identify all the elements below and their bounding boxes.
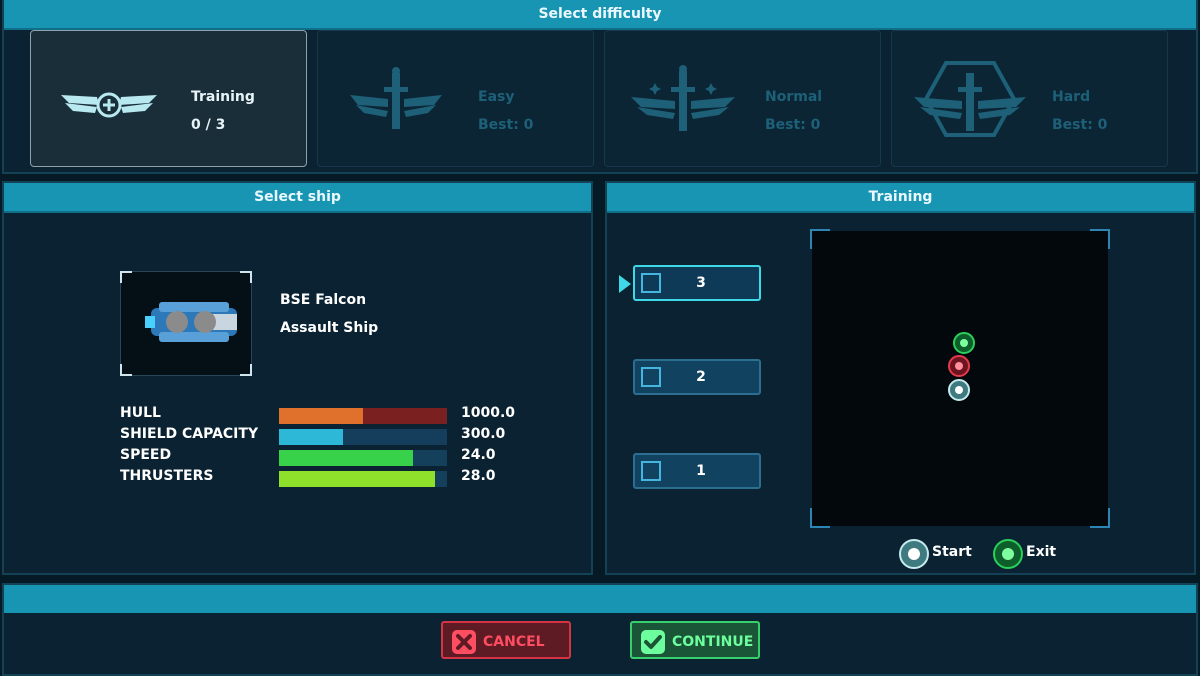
stat-bar-speed	[279, 450, 447, 466]
action-bar: CANCEL CONTINUE	[2, 583, 1198, 676]
difficulty-easy[interactable]: Easy Best: 0	[317, 30, 594, 167]
cancel-x-icon	[452, 630, 476, 654]
training-map[interactable]	[810, 229, 1110, 528]
ship-preview[interactable]	[120, 271, 252, 376]
stage-label: 3	[696, 275, 706, 291]
stat-value-hull: 1000.0	[461, 405, 516, 421]
exit-legend-icon	[993, 539, 1023, 569]
difficulty-panel: Select difficulty Training 0 / 3 Easy Be…	[2, 0, 1198, 174]
difficulty-best: Best: 0	[478, 117, 534, 133]
winged-badge-icon	[61, 92, 157, 118]
training-header: Training	[607, 183, 1194, 213]
stat-bar-hull	[279, 408, 447, 424]
stat-value-shield: 300.0	[461, 426, 506, 442]
difficulty-training[interactable]: Training 0 / 3	[30, 30, 307, 167]
legend-exit-label: Exit	[1026, 544, 1057, 560]
continue-label: CONTINUE	[672, 634, 754, 650]
ship-panel-title: Select ship	[254, 189, 341, 205]
ship-header: Select ship	[4, 183, 591, 213]
exit-marker-icon	[953, 332, 975, 354]
difficulty-name: Hard	[1052, 89, 1091, 105]
legend-start-label: Start	[932, 544, 972, 560]
ship-panel: Select ship BSE Falcon Assault Ship HULL…	[2, 181, 593, 575]
cancel-label: CANCEL	[483, 634, 545, 650]
stat-value-speed: 24.0	[461, 447, 496, 463]
training-panel: Training 3 2 1 Start Exit	[605, 181, 1196, 575]
hexagon-winged-sword-icon	[914, 61, 1026, 137]
difficulty-title: Select difficulty	[538, 6, 662, 22]
stat-bar-shield	[279, 429, 447, 445]
stat-label-speed: SPEED	[120, 447, 172, 463]
difficulty-hard[interactable]: Hard Best: 0	[891, 30, 1168, 167]
difficulty-header: Select difficulty	[4, 0, 1196, 30]
stat-fill-shield	[279, 429, 343, 445]
stat-fill-thrusters	[279, 471, 436, 487]
difficulty-name: Easy	[478, 89, 515, 105]
continue-check-icon	[641, 630, 665, 654]
ship-sprite-icon	[145, 302, 237, 342]
difficulty-name: Normal	[765, 89, 823, 105]
winged-sword-icon	[350, 67, 442, 129]
difficulty-best: Best: 0	[765, 117, 821, 133]
training-title: Training	[868, 189, 933, 205]
cancel-button[interactable]: CANCEL	[441, 621, 571, 659]
difficulty-name: Training	[191, 89, 255, 105]
ship-class: Assault Ship	[280, 320, 379, 336]
action-bar-strip	[4, 585, 1196, 613]
map-markers	[948, 332, 975, 401]
stage-checkbox	[641, 461, 661, 481]
stat-bar-thrusters	[279, 471, 447, 487]
stage-button-2[interactable]: 2	[633, 359, 761, 395]
start-marker-icon	[948, 379, 970, 401]
stat-value-thrusters: 28.0	[461, 468, 496, 484]
continue-button[interactable]: CONTINUE	[630, 621, 760, 659]
stage-label: 1	[696, 463, 706, 479]
stage-checkbox	[641, 367, 661, 387]
difficulty-best: Best: 0	[1052, 117, 1108, 133]
enemy-marker-icon	[948, 355, 970, 377]
stage-button-1[interactable]: 1	[633, 453, 761, 489]
stat-label-thrusters: THRUSTERS	[120, 468, 214, 484]
start-legend-icon	[899, 539, 929, 569]
stat-fill-speed	[279, 450, 414, 466]
ship-name: BSE Falcon	[280, 292, 367, 308]
stat-fill-hull	[279, 408, 363, 424]
difficulty-normal[interactable]: Normal Best: 0	[604, 30, 881, 167]
difficulty-progress: 0 / 3	[191, 117, 226, 133]
winged-sword-stars-icon	[631, 65, 735, 131]
stat-label-hull: HULL	[120, 405, 161, 421]
stage-checkbox	[641, 273, 661, 293]
stat-label-shield: SHIELD CAPACITY	[120, 426, 259, 442]
stage-button-3[interactable]: 3	[633, 265, 761, 301]
stage-label: 2	[696, 369, 706, 385]
stage-pointer-icon	[619, 275, 631, 293]
